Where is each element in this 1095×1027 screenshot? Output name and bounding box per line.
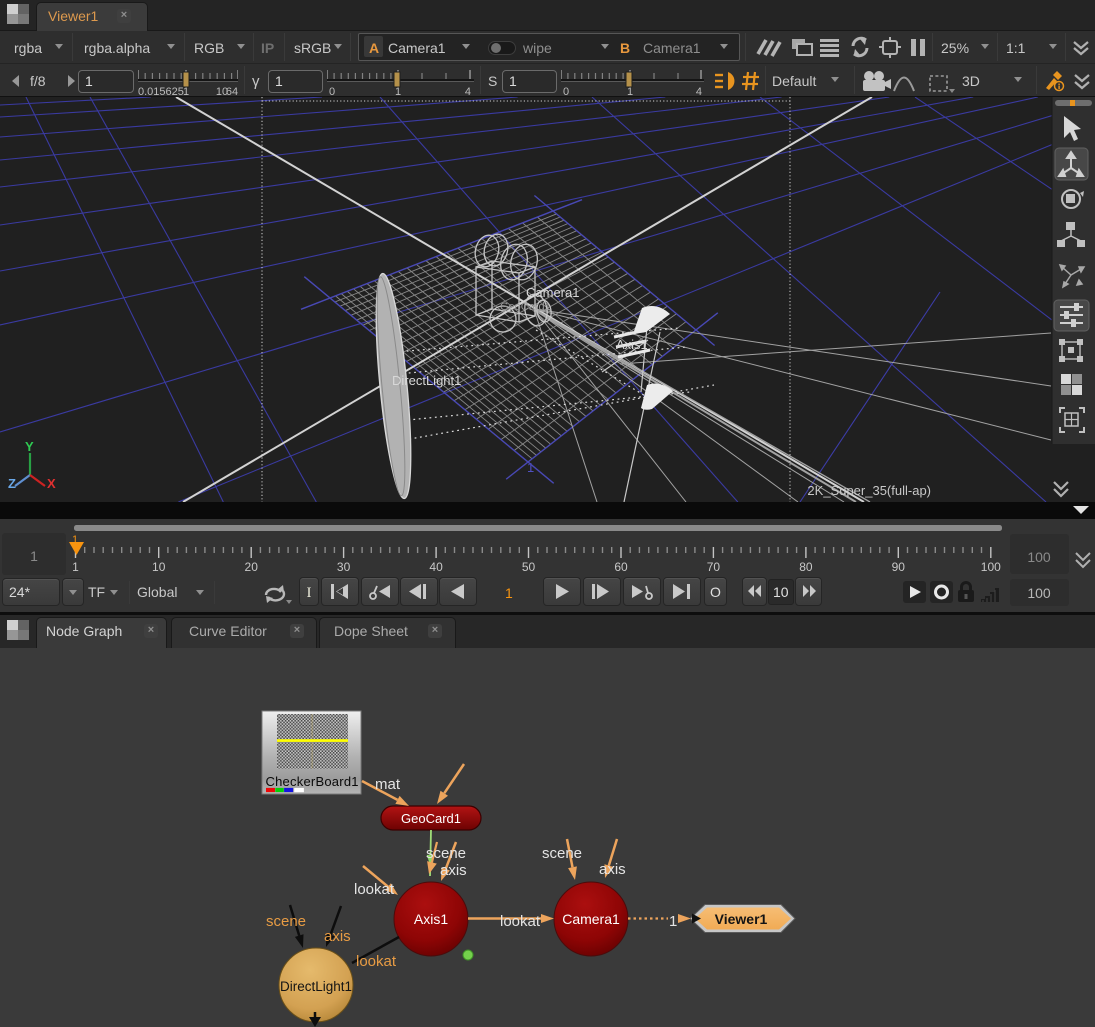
svg-text:1: 1 xyxy=(183,86,189,97)
svg-text:lookat: lookat xyxy=(354,881,395,898)
svg-text:1: 1 xyxy=(72,560,79,574)
svg-text:4: 4 xyxy=(465,86,471,97)
svg-text:1: 1 xyxy=(669,913,677,930)
svg-text:Z: Z xyxy=(8,476,16,491)
svg-text:100: 100 xyxy=(981,560,1001,574)
svg-text:20: 20 xyxy=(245,560,259,574)
svg-text:Camera1: Camera1 xyxy=(526,285,579,300)
svg-text:10: 10 xyxy=(152,560,166,574)
svg-text:1: 1 xyxy=(72,534,78,546)
svg-text:Axis1: Axis1 xyxy=(616,337,648,352)
svg-text:Axis1: Axis1 xyxy=(414,911,448,927)
svg-text:GeoCard1: GeoCard1 xyxy=(500,301,551,313)
svg-text:DirectLight1: DirectLight1 xyxy=(392,373,461,388)
svg-text:90: 90 xyxy=(892,560,906,574)
svg-text:scene: scene xyxy=(542,845,582,862)
svg-text:40: 40 xyxy=(429,560,443,574)
svg-text:80: 80 xyxy=(799,560,813,574)
svg-text:GeoCard1: GeoCard1 xyxy=(401,811,461,826)
svg-text:X: X xyxy=(47,476,56,491)
svg-text:1: 1 xyxy=(395,86,401,97)
svg-text:DirectLight1: DirectLight1 xyxy=(280,979,352,994)
svg-text:scene: scene xyxy=(426,845,466,862)
svg-text:Camera1: Camera1 xyxy=(562,911,620,927)
svg-text:50: 50 xyxy=(522,560,536,574)
svg-text:axis: axis xyxy=(440,862,467,879)
svg-text:0: 0 xyxy=(563,86,569,97)
svg-text:60: 60 xyxy=(614,560,628,574)
svg-text:70: 70 xyxy=(707,560,721,574)
svg-text:mat: mat xyxy=(375,776,401,793)
svg-text:I: I xyxy=(307,585,312,601)
svg-text:O: O xyxy=(710,584,721,600)
svg-text:scene: scene xyxy=(266,913,306,930)
svg-text:2K_Super_35(full-ap): 2K_Super_35(full-ap) xyxy=(807,483,931,498)
svg-text:0: 0 xyxy=(329,86,335,97)
svg-text:lookat: lookat xyxy=(500,913,541,930)
svg-text:100: 100 xyxy=(1027,549,1051,565)
svg-text:lookat: lookat xyxy=(356,953,397,970)
svg-text:1: 1 xyxy=(627,86,633,97)
svg-text:4: 4 xyxy=(696,86,702,97)
svg-text:100: 100 xyxy=(1027,585,1051,601)
svg-text:64: 64 xyxy=(226,86,238,97)
svg-text:1: 1 xyxy=(30,548,38,564)
svg-text:axis: axis xyxy=(599,861,626,878)
svg-text:Viewer1: Viewer1 xyxy=(715,911,768,927)
svg-text:CheckerBoard1: CheckerBoard1 xyxy=(266,774,359,789)
svg-text:0.015625: 0.015625 xyxy=(138,86,184,97)
svg-text:30: 30 xyxy=(337,560,351,574)
svg-text:axis: axis xyxy=(324,928,351,945)
svg-text:Y: Y xyxy=(25,439,34,454)
